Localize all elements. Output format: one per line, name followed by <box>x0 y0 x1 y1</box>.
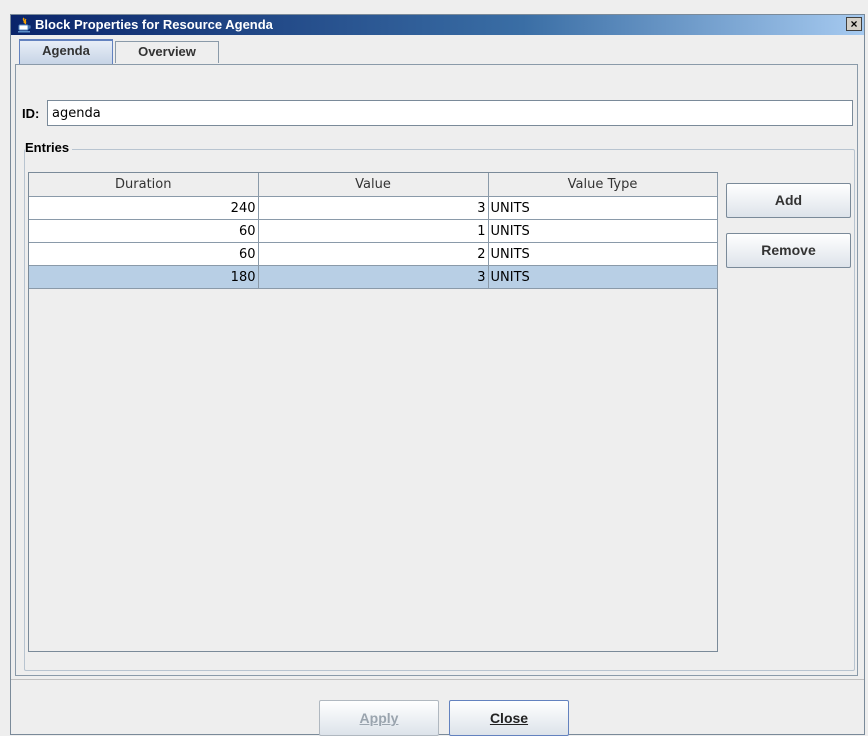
apply-button-label: Apply <box>359 710 399 726</box>
table-row-selected[interactable]: 180 3 UNITS <box>29 265 718 289</box>
button-bar: Apply Close <box>11 679 864 736</box>
cell-duration[interactable]: 60 <box>29 219 259 243</box>
cell-duration[interactable]: 60 <box>29 242 259 266</box>
table-row[interactable]: 60 1 UNITS <box>29 219 718 243</box>
id-label: ID: <box>22 106 40 121</box>
close-button[interactable]: Close <box>449 700 569 736</box>
id-input[interactable] <box>47 100 853 126</box>
cell-value[interactable]: 3 <box>258 196 489 220</box>
entries-legend: Entries <box>25 140 73 155</box>
window-title: Block Properties for Resource Agenda <box>35 17 273 32</box>
column-header-value[interactable]: Value <box>258 173 489 197</box>
agenda-panel: ID: Entries Duration Value Value Type 24… <box>15 64 858 676</box>
cell-value-type[interactable]: UNITS <box>488 242 718 266</box>
add-button[interactable]: Add <box>726 183 851 218</box>
column-header-duration[interactable]: Duration <box>29 173 259 197</box>
cell-value-type[interactable]: UNITS <box>488 219 718 243</box>
cell-duration[interactable]: 180 <box>29 265 259 289</box>
cell-value-type[interactable]: UNITS <box>488 196 718 220</box>
cell-value[interactable]: 3 <box>258 265 489 289</box>
cell-value[interactable]: 2 <box>258 242 489 266</box>
tab-overview[interactable]: Overview <box>115 41 219 63</box>
remove-button[interactable]: Remove <box>726 233 851 268</box>
table-row[interactable]: 240 3 UNITS <box>29 196 718 220</box>
close-icon[interactable]: × <box>846 17 862 31</box>
entries-table[interactable]: Duration Value Value Type 240 3 UNITS 60… <box>28 172 718 652</box>
cell-duration[interactable]: 240 <box>29 196 259 220</box>
table-header-row: Duration Value Value Type <box>29 173 718 197</box>
dialog-window: Block Properties for Resource Agenda × A… <box>10 14 865 736</box>
apply-button[interactable]: Apply <box>319 700 439 736</box>
cell-value[interactable]: 1 <box>258 219 489 243</box>
table-row[interactable]: 60 2 UNITS <box>29 242 718 266</box>
tab-agenda[interactable]: Agenda <box>19 39 113 64</box>
cell-value-type[interactable]: UNITS <box>488 265 718 289</box>
java-icon <box>18 17 31 33</box>
column-header-value-type[interactable]: Value Type <box>488 173 718 197</box>
title-bar[interactable]: Block Properties for Resource Agenda × <box>11 15 864 35</box>
close-button-label: Close <box>489 710 529 726</box>
